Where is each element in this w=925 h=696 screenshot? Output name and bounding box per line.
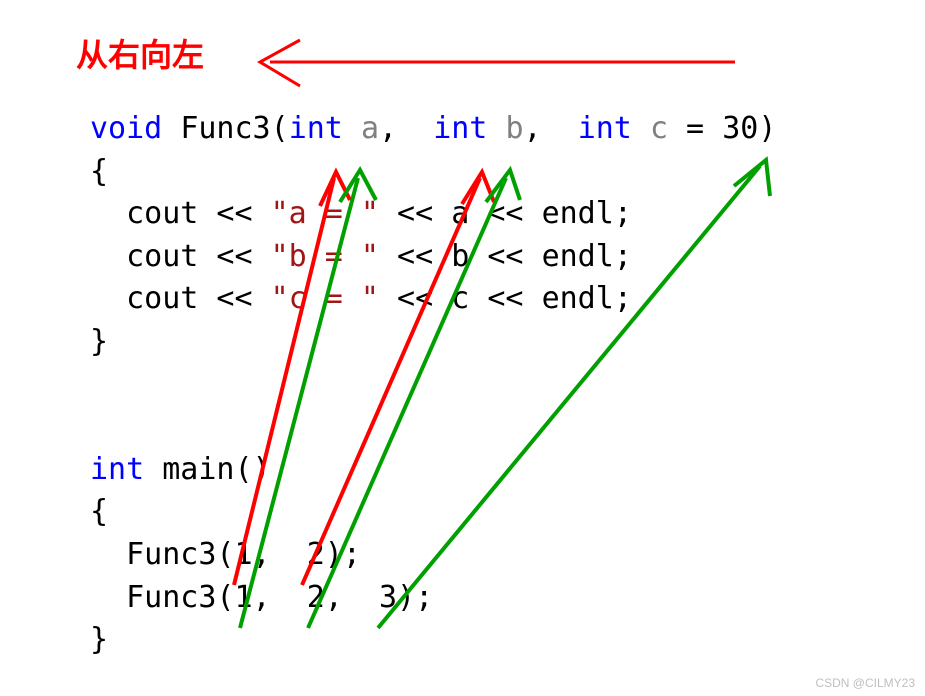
param-c: c [650, 111, 668, 146]
page-container: 从右向左 void Func3(int a, int b, int c = 30… [0, 0, 925, 696]
code-line-10: Func3(1, 2); [90, 537, 361, 572]
fn-name: Func3 [180, 111, 270, 146]
open-brace-1: { [90, 154, 108, 189]
call-1: Func3(1, 2); [126, 537, 361, 572]
code-line-1: void Func3(int a, int b, int c = 30) [90, 111, 776, 146]
code-line-5: cout << "c = " << c << endl; [90, 281, 632, 316]
code-line-4: cout << "b = " << b << endl; [90, 239, 632, 274]
code-block: void Func3(int a, int b, int c = 30) { c… [90, 108, 776, 662]
annotation-title: 从右向左 [76, 30, 204, 76]
horizontal-arrow [260, 40, 735, 86]
close-brace-1: } [90, 324, 108, 359]
code-line-3: cout << "a = " << a << endl; [90, 196, 632, 231]
param-a: a [361, 111, 379, 146]
kw-int-c: int [578, 111, 632, 146]
str-c: "c = " [271, 281, 379, 316]
kw-int-main: int [90, 452, 144, 487]
open-brace-2: { [90, 494, 108, 529]
call-2: Func3(1, 2, 3); [126, 580, 433, 615]
watermark: CSDN @CILMY23 [815, 676, 915, 690]
kw-int-b: int [433, 111, 487, 146]
close-brace-2: } [90, 622, 108, 657]
code-line-8: int main() [90, 452, 271, 487]
code-line-11: Func3(1, 2, 3); [90, 580, 433, 615]
str-b: "b = " [271, 239, 379, 274]
kw-int-a: int [289, 111, 343, 146]
param-b: b [505, 111, 523, 146]
str-a: "a = " [271, 196, 379, 231]
kw-void: void [90, 111, 162, 146]
fn-main: main [162, 452, 234, 487]
default-val: 30 [722, 111, 758, 146]
